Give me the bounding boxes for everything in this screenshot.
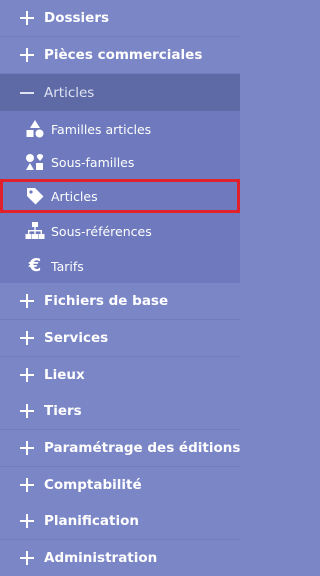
submenu-item-familles-articles[interactable]: Familles articles xyxy=(0,112,240,146)
plus-icon xyxy=(19,367,35,383)
menu-section-label: Lieux xyxy=(44,367,85,383)
euro-icon: € xyxy=(28,255,42,276)
plus-icon xyxy=(19,10,35,26)
menu-section-label: Fichiers de base xyxy=(44,293,169,309)
plus-icon xyxy=(19,330,35,346)
sidebar-menu: Dossiers Pièces commerciales Articles Fa… xyxy=(0,0,240,576)
sitemap-icon xyxy=(25,221,45,241)
menu-section-label: Administration xyxy=(44,550,158,566)
submenu-item-label: Sous-références xyxy=(51,223,152,239)
plus-icon xyxy=(19,513,35,529)
menu-section-administration[interactable]: Administration xyxy=(0,540,240,576)
menu-section-pieces-commerciales[interactable]: Pièces commerciales xyxy=(0,37,240,74)
menu-section-label: Tiers xyxy=(44,403,82,419)
submenu-item-label: Sous-familles xyxy=(51,154,135,170)
menu-section-label: Planification xyxy=(44,513,139,529)
menu-section-label: Pièces commerciales xyxy=(44,47,203,63)
menu-section-comptabilite[interactable]: Comptabilité xyxy=(0,467,240,504)
menu-section-articles[interactable]: Articles xyxy=(0,74,240,111)
plus-icon xyxy=(19,47,35,63)
minus-icon xyxy=(19,85,35,101)
menu-section-lieux[interactable]: Lieux xyxy=(0,357,240,394)
menu-section-dossiers[interactable]: Dossiers xyxy=(0,0,240,37)
menu-section-fichiers-de-base[interactable]: Fichiers de base xyxy=(0,283,240,320)
menu-section-label: Articles xyxy=(44,84,95,101)
menu-section-tiers[interactable]: Tiers xyxy=(0,393,240,430)
submenu-item-articles[interactable]: Articles xyxy=(0,179,240,213)
menu-section-label: Services xyxy=(44,330,109,346)
plus-icon xyxy=(19,550,35,566)
shapes-icon xyxy=(25,119,45,139)
submenu-item-label: Familles articles xyxy=(51,121,152,137)
submenu-item-label: Tarifs xyxy=(51,258,84,274)
menu-section-planification[interactable]: Planification xyxy=(0,503,240,540)
plus-icon xyxy=(19,477,35,493)
menu-section-parametrage-des-editions[interactable]: Paramétrage des éditions xyxy=(0,430,240,467)
menu-section-label: Comptabilité xyxy=(44,477,142,493)
tag-icon xyxy=(25,186,45,206)
shapes-alt-icon xyxy=(25,152,45,172)
submenu-item-sous-familles[interactable]: Sous-familles xyxy=(0,145,240,179)
plus-icon xyxy=(19,293,35,309)
plus-icon xyxy=(19,403,35,419)
menu-section-label: Paramétrage des éditions xyxy=(44,440,240,456)
menu-section-services[interactable]: Services xyxy=(0,320,240,357)
plus-icon xyxy=(19,440,35,456)
submenu-item-sous-references[interactable]: Sous-références xyxy=(0,214,240,248)
submenu-item-tarifs[interactable]: € Tarifs xyxy=(0,249,240,283)
submenu-item-label: Articles xyxy=(51,188,98,204)
menu-section-label: Dossiers xyxy=(44,10,110,26)
